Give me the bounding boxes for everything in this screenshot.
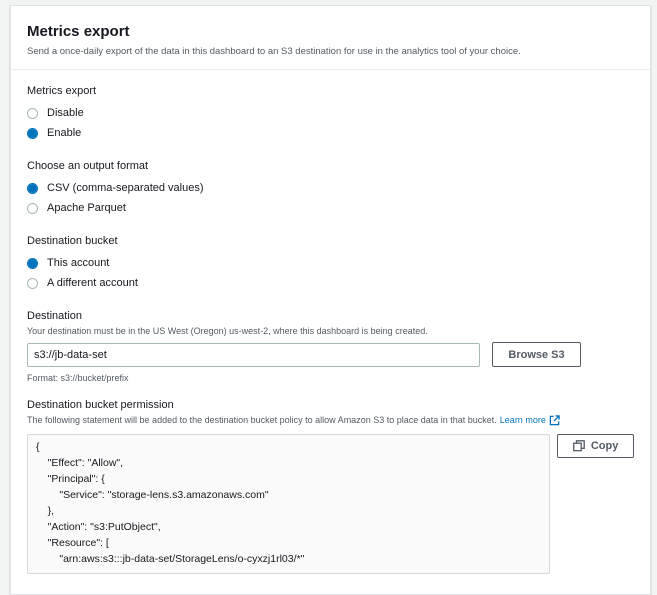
radio-different-account[interactable]: A different account — [27, 273, 634, 293]
output-format-group: Choose an output format CSV (comma-separ… — [27, 159, 634, 218]
code-line: "Resource": [ — [36, 537, 109, 549]
code-line: "Principal": { — [36, 473, 105, 485]
destination-label: Destination — [27, 310, 83, 322]
radio-enable[interactable]: Enable — [27, 123, 634, 143]
permission-description-row: The following statement will be added to… — [27, 414, 634, 426]
copy-button[interactable]: Copy — [557, 434, 634, 458]
radio-label: This account — [47, 257, 110, 269]
policy-code-block: { "Effect": "Allow", "Principal": { "Ser… — [27, 434, 551, 574]
output-format-label: Choose an output format — [27, 160, 149, 172]
external-link-icon — [549, 414, 560, 425]
radio-parquet[interactable]: Apache Parquet — [27, 198, 634, 218]
radio-button[interactable] — [27, 107, 38, 119]
panel-title: Metrics export — [27, 23, 130, 40]
code-line: }, — [36, 505, 55, 517]
destination-bucket-label: Destination bucket — [27, 235, 118, 247]
metrics-export-label: Metrics export — [27, 85, 97, 97]
copy-label[interactable]: Copy — [591, 440, 619, 452]
panel-subtitle: Send a once-daily export of the data in … — [27, 46, 521, 57]
permission-label: Destination bucket permission — [27, 399, 174, 411]
radio-button-checked[interactable] — [27, 257, 38, 269]
panel-body: Metrics export Disable Enable Choose an … — [11, 70, 650, 574]
destination-description: Your destination must be in the US West … — [27, 326, 428, 336]
destination-bucket-group: Destination bucket This account A differ… — [27, 234, 634, 293]
code-line: "Service": "storage-lens.s3.amazonaws.co… — [36, 489, 269, 501]
radio-button[interactable] — [27, 277, 38, 289]
radio-label: Enable — [47, 127, 82, 139]
radio-label: Disable — [47, 107, 84, 119]
code-row: { "Effect": "Allow", "Principal": { "Ser… — [27, 434, 634, 574]
code-line: "arn:aws:s3:::jb-data-set/StorageLens/o-… — [36, 553, 305, 565]
destination-row: Browse S3 — [27, 342, 634, 367]
destination-input[interactable] — [27, 342, 480, 367]
radio-label: Apache Parquet — [47, 202, 126, 214]
panel-header: Metrics export Send a once-daily export … — [11, 6, 650, 70]
metrics-export-group: Metrics export Disable Enable — [27, 84, 634, 143]
radio-label: A different account — [47, 277, 138, 289]
permission-group: Destination bucket permission The follow… — [27, 398, 634, 574]
radio-label: CSV (comma-separated values) — [47, 182, 204, 194]
format-hint: Format: s3://bucket/prefix — [27, 373, 129, 383]
radio-button-checked[interactable] — [27, 182, 38, 194]
copy-icon — [572, 440, 585, 452]
code-line: "Action": "s3:PutObject", — [36, 521, 161, 533]
radio-button-checked[interactable] — [27, 127, 38, 139]
metrics-export-panel: Metrics export Send a once-daily export … — [10, 5, 651, 595]
destination-group: Destination Your destination must be in … — [27, 309, 634, 384]
radio-csv[interactable]: CSV (comma-separated values) — [27, 178, 634, 198]
permission-description: The following statement will be added to… — [27, 415, 497, 425]
learn-more-link[interactable]: Learn more — [500, 414, 560, 426]
code-line: { — [36, 441, 40, 453]
radio-disable[interactable]: Disable — [27, 103, 634, 123]
learn-more-label[interactable]: Learn more — [500, 414, 546, 426]
radio-button[interactable] — [27, 202, 38, 214]
radio-this-account[interactable]: This account — [27, 253, 634, 273]
browse-s3-button[interactable]: Browse S3 — [492, 342, 581, 367]
code-line: "Effect": "Allow", — [36, 457, 124, 469]
